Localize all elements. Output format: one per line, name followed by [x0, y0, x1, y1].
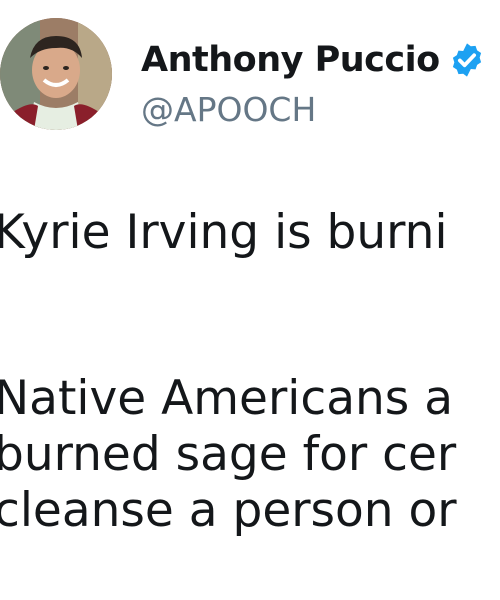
tweet-text-line: Kyrie Irving is burni [0, 205, 448, 260]
tweet-text-line: cleanse a person or [0, 483, 457, 538]
author-display-name[interactable]: Anthony Puccio [141, 40, 440, 80]
tweet-body: Kyrie Irving is burni Native Americans a… [0, 205, 500, 539]
author-avatar[interactable] [0, 18, 112, 130]
verified-badge-icon [448, 41, 486, 79]
author-name-row[interactable]: Anthony Puccio [141, 38, 486, 82]
author-handle[interactable]: @APOOCH [141, 90, 316, 129]
tweet-text-line: burned sage for cer [0, 427, 457, 482]
tweet-card: Anthony Puccio @APOOCH Kyrie Irving is b… [0, 0, 500, 600]
tweet-text-line: Native Americans a [0, 371, 454, 426]
avatar-photo-icon [0, 18, 112, 130]
